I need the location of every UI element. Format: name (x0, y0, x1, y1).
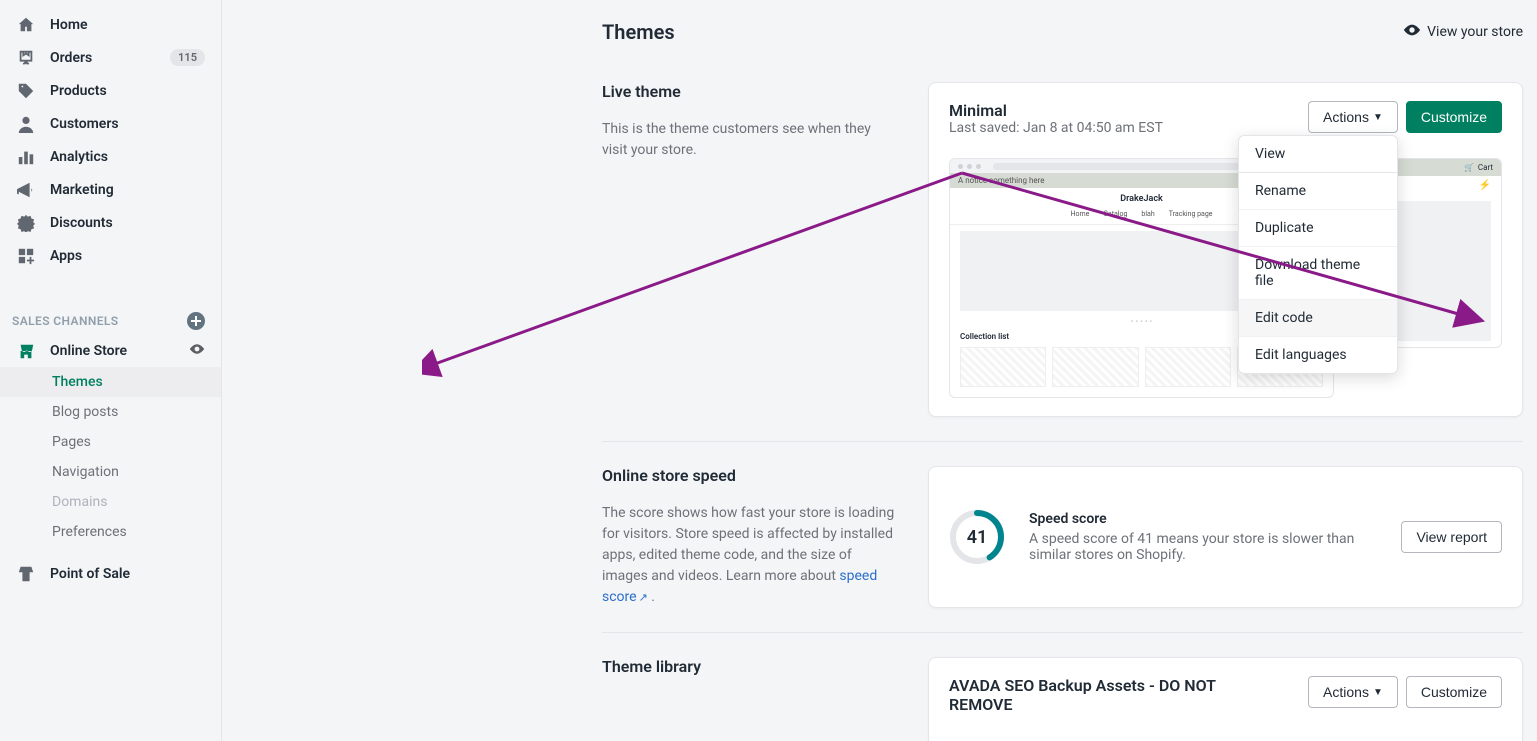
speed-title: Speed score (1029, 511, 1377, 527)
live-theme-desc: This is the theme customers see when the… (602, 119, 898, 161)
nav-home[interactable]: Home (0, 8, 221, 41)
nav-label: Discounts (50, 215, 113, 231)
nav-label: Products (50, 83, 107, 99)
saved-text: Last saved: Jan 8 at 04:50 am EST (949, 120, 1163, 136)
actions-dropdown: View Rename Duplicate Download theme fil… (1238, 135, 1398, 374)
live-theme-row: Live theme This is the theme customers s… (602, 82, 1523, 442)
nav-label: Apps (50, 248, 82, 264)
dropdown-edit-code[interactable]: Edit code (1239, 300, 1397, 337)
orders-icon (16, 48, 36, 68)
apps-icon (16, 246, 36, 266)
nav-label: Marketing (50, 182, 114, 198)
live-theme-info: Live theme This is the theme customers s… (602, 82, 898, 417)
speed-number: 41 (967, 527, 988, 548)
home-icon (16, 15, 36, 35)
nav-label: Analytics (50, 149, 108, 165)
actions-button[interactable]: Actions ▼ (1308, 101, 1398, 133)
subnav-preferences[interactable]: Preferences (0, 517, 221, 547)
dropdown-rename[interactable]: Rename (1239, 173, 1397, 210)
nav-apps[interactable]: Apps (0, 239, 221, 272)
library-actions-button[interactable]: Actions ▼ (1308, 676, 1398, 708)
section-label: SALES CHANNELS (12, 314, 119, 328)
speed-heading: Online store speed (602, 466, 898, 485)
store-icon (16, 341, 36, 361)
speed-row: Online store speed The score shows how f… (602, 466, 1523, 633)
nav-pos[interactable]: Point of Sale (0, 557, 221, 590)
dropdown-edit-languages[interactable]: Edit languages (1239, 337, 1397, 373)
nav-discounts[interactable]: Discounts (0, 206, 221, 239)
library-row: Theme library AVADA SEO Backup Assets - … (602, 657, 1523, 741)
customize-button[interactable]: Customize (1406, 101, 1502, 133)
live-theme-card: Minimal Last saved: Jan 8 at 04:50 am ES… (928, 82, 1523, 417)
nav-marketing[interactable]: Marketing (0, 173, 221, 206)
dropdown-duplicate[interactable]: Duplicate (1239, 210, 1397, 247)
theme-preview: A notice something hereLogin or Create a… (949, 158, 1502, 398)
page-header: Themes View your store (602, 20, 1523, 44)
tag-icon (16, 81, 36, 101)
nav-analytics[interactable]: Analytics (0, 140, 221, 173)
dropdown-download[interactable]: Download theme file (1239, 247, 1397, 300)
library-heading: Theme library (602, 657, 898, 676)
chevron-down-icon: ▼ (1373, 687, 1383, 698)
theme-name: Minimal (949, 101, 1163, 120)
analytics-icon (16, 147, 36, 167)
nav-label: Customers (50, 116, 119, 132)
speed-info: Online store speed The score shows how f… (602, 466, 898, 608)
live-theme-heading: Live theme (602, 82, 898, 101)
library-info: Theme library (602, 657, 898, 741)
chevron-down-icon: ▼ (1373, 112, 1383, 123)
library-customize-button[interactable]: Customize (1406, 676, 1502, 708)
subnav-domains[interactable]: Domains (0, 487, 221, 517)
subnav-navigation[interactable]: Navigation (0, 457, 221, 487)
external-icon: ↗ (639, 591, 648, 604)
speed-card-desc: A speed score of 41 means your store is … (1029, 531, 1377, 563)
nav-products[interactable]: Products (0, 74, 221, 107)
sales-channels-header: SALES CHANNELS (0, 304, 221, 334)
person-icon (16, 114, 36, 134)
subnav-themes[interactable]: Themes (0, 367, 221, 397)
page-title: Themes (602, 20, 675, 44)
dropdown-view[interactable]: View (1239, 136, 1397, 173)
pos-icon (16, 564, 36, 584)
add-channel-button[interactable] (187, 312, 205, 330)
nav-online-store[interactable]: Online Store (0, 334, 221, 367)
nav-orders[interactable]: Orders 115 (0, 41, 221, 74)
speed-ring: 41 (949, 509, 1005, 565)
online-store-subnav: Themes Blog posts Pages Navigation Domai… (0, 367, 221, 547)
eye-icon (1403, 21, 1421, 43)
speed-card: 41 Speed score A speed score of 41 means… (928, 466, 1523, 608)
subnav-blog[interactable]: Blog posts (0, 397, 221, 427)
library-card: AVADA SEO Backup Assets - DO NOT REMOVE … (928, 657, 1523, 741)
view-store-label: View your store (1427, 24, 1523, 40)
view-report-button[interactable]: View report (1401, 521, 1502, 553)
nav-label: Online Store (50, 343, 127, 359)
eye-icon[interactable] (189, 341, 205, 361)
library-theme-name: AVADA SEO Backup Assets - DO NOT REMOVE (949, 676, 1249, 714)
orders-badge: 115 (170, 49, 205, 66)
nav-label: Orders (50, 50, 92, 66)
speed-desc: The score shows how fast your store is l… (602, 503, 898, 608)
nav-customers[interactable]: Customers (0, 107, 221, 140)
sidebar: Home Orders 115 Products Customers Analy… (0, 0, 222, 741)
view-store-button[interactable]: View your store (1403, 21, 1523, 43)
main-content: Themes View your store Live theme This i… (222, 0, 1537, 741)
subnav-pages[interactable]: Pages (0, 427, 221, 457)
nav-label: Home (50, 17, 88, 33)
discount-icon (16, 213, 36, 233)
megaphone-icon (16, 180, 36, 200)
nav-label: Point of Sale (50, 566, 130, 582)
